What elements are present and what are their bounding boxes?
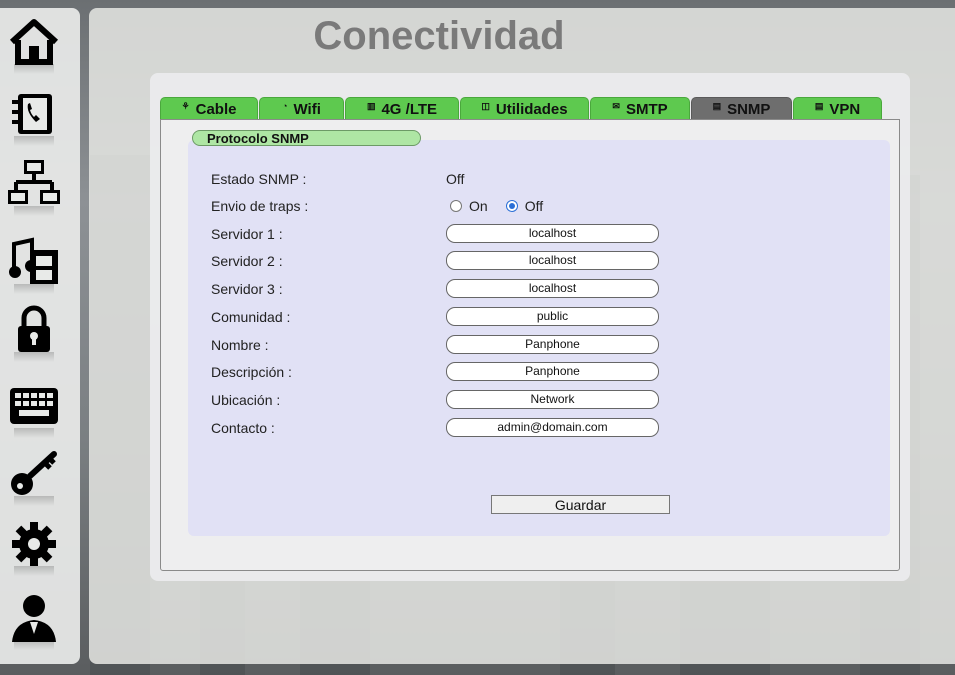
traps-label: Envio de traps : — [211, 198, 309, 214]
section-title: Protocolo SNMP — [192, 130, 421, 146]
sidebar-item-keys[interactable] — [8, 448, 60, 506]
traps-off-label: Off — [524, 198, 544, 214]
settings-card: ⚘ Cable ◔ Wifi ▥ 4G /LTE ◫ Utilidades ✉ … — [150, 73, 910, 581]
community-label: Comunidad : — [211, 309, 291, 325]
network-icon — [8, 160, 60, 204]
snmp-status-label: Estado SNMP : — [211, 171, 307, 187]
form-panel: Estado SNMP : Off Envio de traps : On Of… — [188, 140, 890, 536]
phonebook-icon — [12, 94, 52, 134]
save-button[interactable]: Guardar — [491, 495, 670, 514]
traps-radio-group: On Off — [450, 198, 543, 214]
tab-utilidades[interactable]: ◫ Utilidades — [460, 97, 589, 119]
sidebar-item-phonebook[interactable] — [8, 88, 60, 146]
keyboard-icon — [10, 388, 58, 424]
key-icon — [11, 451, 57, 495]
tab-snmp[interactable]: ▤ SNMP — [691, 97, 792, 119]
traps-on-label: On — [469, 198, 488, 214]
router-icon: ▥ — [366, 101, 376, 111]
wifi-icon: ◔ — [282, 101, 288, 111]
mail-icon: ✉ — [612, 101, 620, 111]
user-icon — [12, 595, 56, 642]
page-title: Conectividad — [313, 14, 565, 58]
description-input[interactable]: Panphone — [446, 362, 659, 381]
server2-input[interactable]: localhost — [446, 251, 659, 270]
document-icon: ▤ — [814, 101, 824, 111]
contact-label: Contacto : — [211, 420, 275, 436]
server1-label: Servidor 1 : — [211, 226, 283, 242]
sidebar-item-media[interactable] — [8, 236, 60, 294]
name-input[interactable]: Panphone — [446, 335, 659, 354]
sidebar-item-security[interactable] — [8, 304, 60, 362]
document-icon: ▤ — [712, 101, 722, 111]
tab-label: SNMP — [727, 101, 771, 118]
description-label: Descripción : — [211, 364, 292, 380]
tab-label: Utilidades — [495, 101, 568, 118]
main-panel: Conectividad ⚘ Cable ◔ Wifi ▥ 4G /LTE ◫ … — [89, 8, 955, 664]
server3-label: Servidor 3 : — [211, 281, 283, 297]
gear-icon — [12, 522, 56, 566]
tab-label: SMTP — [625, 101, 668, 118]
community-input[interactable]: public — [446, 307, 659, 326]
tab-cable[interactable]: ⚘ Cable — [160, 97, 258, 119]
sidebar-item-keyboard[interactable] — [8, 380, 60, 438]
contact-input[interactable]: admin@domain.com — [446, 418, 659, 437]
tab-label: Wifi — [293, 101, 321, 118]
tab-vpn[interactable]: ▤ VPN — [793, 97, 882, 119]
server2-label: Servidor 2 : — [211, 253, 283, 269]
sidebar-item-settings[interactable] — [8, 518, 60, 576]
tab-label: VPN — [829, 101, 861, 118]
sidebar — [0, 8, 80, 664]
snmp-status-value: Off — [446, 171, 465, 187]
lock-icon — [18, 305, 50, 352]
server1-input[interactable]: localhost — [446, 224, 659, 243]
utilities-icon: ◫ — [481, 101, 490, 111]
sidebar-item-network[interactable] — [8, 158, 60, 216]
tab-content: Estado SNMP : Off Envio de traps : On Of… — [160, 119, 900, 571]
tab-smtp[interactable]: ✉ SMTP — [590, 97, 690, 119]
tab-label: 4G /LTE — [381, 101, 438, 118]
traps-off-radio[interactable] — [505, 200, 518, 212]
server3-input[interactable]: localhost — [446, 279, 659, 298]
location-label: Ubicación : — [211, 392, 281, 408]
media-icon — [9, 237, 58, 284]
tab-label: Cable — [195, 101, 237, 118]
traps-on-radio[interactable] — [450, 200, 462, 212]
tab-wifi[interactable]: ◔ Wifi — [259, 97, 344, 119]
location-input[interactable]: Network — [446, 390, 659, 409]
cable-icon: ⚘ — [181, 101, 190, 111]
tab-4g-lte[interactable]: ▥ 4G /LTE — [345, 97, 459, 119]
name-label: Nombre : — [211, 337, 269, 353]
sidebar-item-user[interactable] — [8, 592, 60, 650]
